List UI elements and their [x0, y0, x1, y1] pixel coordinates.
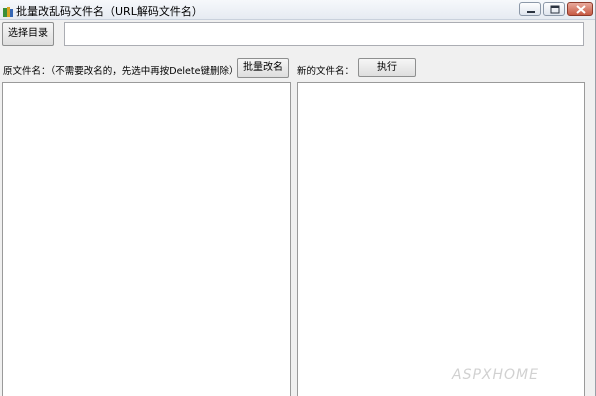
maximize-button[interactable] — [543, 2, 565, 16]
minimize-icon — [527, 11, 535, 13]
title-bar[interactable]: 批量改乱码文件名（URL解码文件名） — [0, 0, 595, 20]
window-title: 批量改乱码文件名（URL解码文件名） — [16, 5, 203, 18]
original-filenames-label: 原文件名：（不需要改名的，先选中再按Delete键删除） — [3, 66, 239, 77]
execute-button[interactable]: 执行 — [358, 58, 416, 77]
select-directory-label: 选择目录 — [8, 28, 48, 39]
app-window: 批量改乱码文件名（URL解码文件名） 选择目录 原文件名：（不需要改名的，先选中… — [0, 0, 596, 396]
minimize-button[interactable] — [519, 2, 541, 16]
close-button[interactable] — [567, 2, 593, 16]
select-directory-button[interactable]: 选择目录 — [2, 22, 54, 46]
maximize-icon — [550, 5, 560, 14]
new-filenames-list[interactable] — [297, 82, 585, 396]
original-filenames-list[interactable] — [2, 82, 291, 396]
close-icon — [576, 5, 586, 14]
watermark-text: ASPXHOME — [452, 367, 539, 383]
batch-rename-label: 批量改名 — [243, 62, 283, 73]
new-filenames-label: 新的文件名： — [297, 66, 355, 77]
app-icon — [2, 3, 14, 17]
batch-rename-button[interactable]: 批量改名 — [237, 58, 289, 78]
directory-path-input[interactable] — [64, 22, 584, 46]
execute-label: 执行 — [377, 62, 397, 73]
